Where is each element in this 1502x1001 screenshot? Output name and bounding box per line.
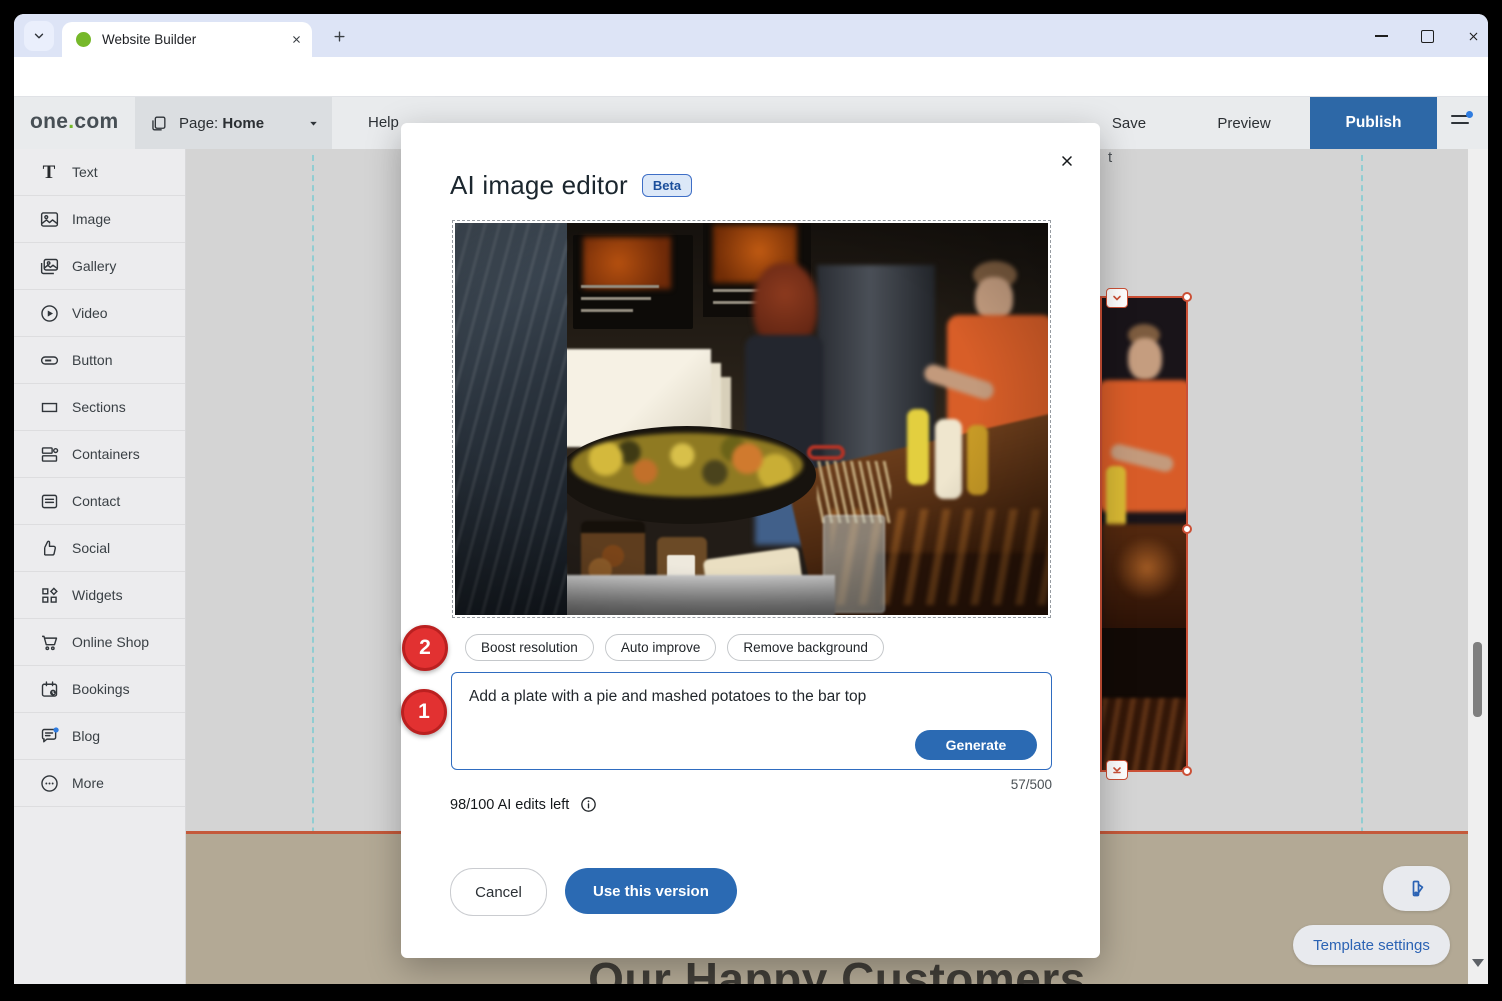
blog-icon — [38, 725, 60, 747]
new-tab-button[interactable] — [326, 23, 353, 50]
sidebar-item-sections[interactable]: Sections — [14, 384, 185, 431]
one-com-logo: one.com — [30, 110, 118, 134]
annotation-step-1: 1 — [401, 689, 447, 735]
publish-button[interactable]: Publish — [1310, 97, 1437, 149]
close-icon — [1467, 30, 1480, 43]
pages-icon — [149, 114, 168, 133]
quick-action-chips: Boost resolution Auto improve Remove bac… — [465, 634, 884, 661]
browser-toolbar — [14, 57, 1488, 97]
chevron-down-icon — [307, 117, 320, 130]
beta-badge: Beta — [642, 174, 692, 197]
notification-dot — [1466, 111, 1473, 118]
widgets-icon — [38, 584, 60, 606]
sidebar-item-contact[interactable]: Contact — [14, 478, 185, 525]
sidebar-item-text[interactable]: T Text — [14, 149, 185, 196]
selected-image-element[interactable] — [1100, 296, 1188, 772]
scrollbar-thumb[interactable] — [1473, 642, 1482, 717]
template-settings-button[interactable]: Template settings — [1293, 925, 1450, 965]
sidebar-item-widgets[interactable]: Widgets — [14, 572, 185, 619]
sidebar-item-containers[interactable]: Containers — [14, 431, 185, 478]
sidebar-item-video[interactable]: Video — [14, 290, 185, 337]
tab-title: Website Builder — [102, 32, 291, 47]
modal-close-button[interactable] — [1055, 149, 1079, 173]
resize-handle-right-middle[interactable] — [1182, 524, 1192, 534]
more-icon — [38, 772, 60, 794]
shopping-cart-icon — [38, 631, 60, 653]
resize-handle-top-right[interactable] — [1182, 292, 1192, 302]
sidebar-item-image[interactable]: Image — [14, 196, 185, 243]
selected-image-fragment — [1102, 298, 1186, 770]
button-icon — [38, 349, 60, 371]
text-icon: T — [38, 161, 60, 183]
cancel-button[interactable]: Cancel — [450, 868, 547, 916]
bookings-calendar-icon — [38, 678, 60, 700]
character-counter: 57/500 — [451, 777, 1052, 792]
tab-favicon — [76, 32, 91, 47]
editable-image-preview[interactable] — [452, 220, 1051, 618]
video-icon — [38, 302, 60, 324]
chevron-down-icon — [32, 29, 46, 43]
maximize-icon — [1421, 30, 1434, 43]
social-thumbs-up-icon — [38, 537, 60, 559]
plus-icon — [332, 29, 347, 44]
remove-background-chip[interactable]: Remove background — [727, 634, 884, 661]
sidebar-item-more[interactable]: More — [14, 760, 185, 807]
element-chevron-badge-top[interactable] — [1106, 288, 1128, 308]
sidebar-item-online-shop[interactable]: Online Shop — [14, 619, 185, 666]
sidebar-item-blog[interactable]: Blog — [14, 713, 185, 760]
ai-edits-left-label: 98/100 AI edits left — [450, 797, 569, 813]
image-icon — [38, 208, 60, 230]
browser-tab-strip: Website Builder — [14, 14, 1488, 57]
use-this-version-button[interactable]: Use this version — [565, 868, 737, 914]
prompt-textarea[interactable]: Add a plate with a pie and mashed potato… — [451, 672, 1052, 770]
preview-button[interactable]: Preview — [1199, 97, 1289, 149]
gallery-icon — [38, 255, 60, 277]
modal-title: AI image editor — [450, 170, 628, 201]
tab-search-button[interactable] — [24, 21, 54, 51]
tab-close-icon[interactable] — [291, 34, 302, 45]
containers-icon — [38, 443, 60, 465]
sidebar-item-bookings[interactable]: Bookings — [14, 666, 185, 713]
builder-menu-button[interactable] — [1451, 115, 1469, 124]
page-selector[interactable]: Page: Home — [135, 97, 332, 149]
window-close-button[interactable] — [1458, 22, 1488, 50]
minimize-icon — [1375, 35, 1388, 37]
page-scrollbar[interactable] — [1468, 149, 1488, 984]
window-maximize-button[interactable] — [1412, 22, 1442, 50]
save-button[interactable]: Save — [1094, 97, 1164, 149]
contact-icon — [38, 490, 60, 512]
boost-resolution-chip[interactable]: Boost resolution — [465, 634, 594, 661]
sidebar-item-button[interactable]: Button — [14, 337, 185, 384]
help-menu[interactable]: Help — [368, 114, 399, 131]
prompt-text[interactable]: Add a plate with a pie and mashed potato… — [469, 687, 1034, 708]
scrollbar-down-arrow[interactable] — [1472, 959, 1484, 967]
sidebar-item-gallery[interactable]: Gallery — [14, 243, 185, 290]
restaurant-photo — [455, 223, 1048, 615]
resize-handle-bottom-right[interactable] — [1182, 766, 1192, 776]
browser-tab[interactable]: Website Builder — [62, 22, 312, 57]
palette-swatch-icon — [1405, 877, 1429, 901]
close-icon — [1059, 153, 1075, 169]
element-chevron-badge-bottom[interactable] — [1106, 760, 1128, 780]
sidebar-item-social[interactable]: Social — [14, 525, 185, 572]
auto-improve-chip[interactable]: Auto improve — [605, 634, 717, 661]
info-icon[interactable] — [579, 795, 598, 814]
window-minimize-button[interactable] — [1366, 22, 1396, 50]
ai-image-editor-modal: AI image editor Beta — [401, 123, 1100, 958]
browser-window: Website Builder — [14, 14, 1488, 984]
annotation-step-2: 2 — [402, 625, 448, 671]
covered-text-fragment: t — [1108, 149, 1112, 166]
page-selector-label: Page: Home — [179, 115, 307, 132]
style-palette-button[interactable] — [1383, 866, 1450, 911]
sections-icon — [38, 396, 60, 418]
generate-button[interactable]: Generate — [915, 730, 1037, 760]
element-sidebar: T Text Image Gallery Video Button — [14, 149, 186, 984]
